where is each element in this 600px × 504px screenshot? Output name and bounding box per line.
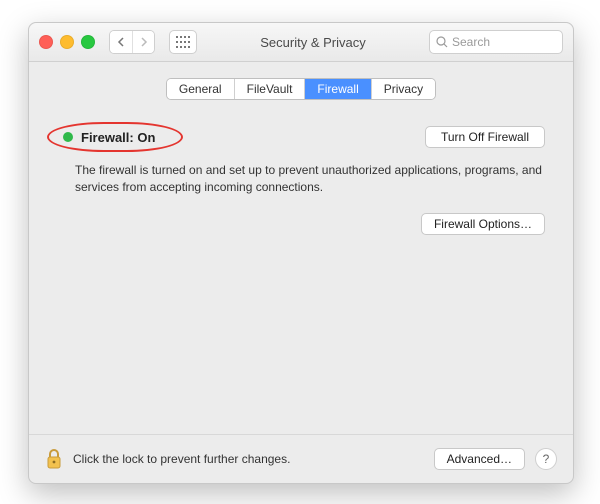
tabbar: General FileVault Firewall Privacy [166, 78, 436, 100]
firewall-description: The firewall is turned on and set up to … [75, 162, 543, 197]
preferences-window: Security & Privacy Search General FileVa… [28, 22, 574, 484]
advanced-button[interactable]: Advanced… [434, 448, 525, 470]
annotation-ellipse [47, 122, 183, 152]
nav-buttons [109, 30, 155, 54]
footer: Click the lock to prevent further change… [29, 434, 573, 483]
chevron-right-icon [140, 37, 148, 47]
firewall-options-button[interactable]: Firewall Options… [421, 213, 545, 235]
titlebar: Security & Privacy Search [29, 23, 573, 62]
tab-general[interactable]: General [167, 79, 234, 99]
search-input[interactable]: Search [429, 30, 563, 54]
grid-icon [176, 36, 190, 48]
minimize-icon[interactable] [60, 35, 74, 49]
chevron-left-icon [117, 37, 125, 47]
window-title: Security & Privacy [205, 35, 421, 50]
help-button[interactable]: ? [535, 448, 557, 470]
tab-filevault[interactable]: FileVault [234, 79, 305, 99]
search-icon [436, 36, 448, 48]
tab-firewall[interactable]: Firewall [304, 79, 370, 99]
firewall-status-row: Firewall: On Turn Off Firewall [57, 126, 545, 148]
forward-button[interactable] [132, 31, 154, 53]
firewall-status: Firewall: On [57, 128, 161, 147]
lock-icon[interactable] [45, 448, 63, 470]
zoom-icon[interactable] [81, 35, 95, 49]
search-placeholder: Search [452, 35, 490, 49]
show-all-button[interactable] [169, 30, 197, 54]
content-area: Firewall: On Turn Off Firewall The firew… [29, 100, 573, 482]
close-icon[interactable] [39, 35, 53, 49]
back-button[interactable] [110, 31, 132, 53]
lock-text: Click the lock to prevent further change… [73, 452, 424, 466]
tab-privacy[interactable]: Privacy [371, 79, 435, 99]
tabs: General FileVault Firewall Privacy [29, 78, 573, 100]
turn-off-firewall-button[interactable]: Turn Off Firewall [425, 126, 545, 148]
window-controls [39, 35, 95, 49]
